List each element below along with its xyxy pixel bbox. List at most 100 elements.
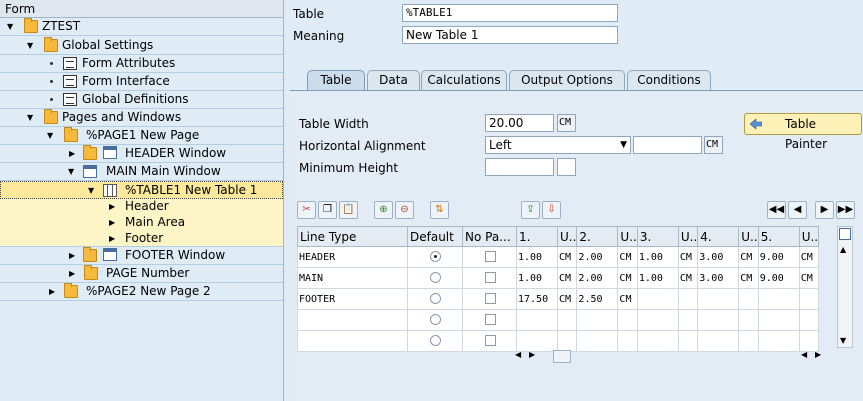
column-header[interactable]: U..: [677, 226, 699, 247]
unit-cell[interactable]: [798, 288, 820, 310]
column-width-cell[interactable]: [576, 330, 619, 352]
insert-row-button[interactable]: ⊕: [374, 201, 393, 219]
column-width-cell[interactable]: 2.50: [576, 288, 619, 310]
scroll-left-icon[interactable]: ◀: [515, 350, 521, 359]
column-header[interactable]: 2.: [576, 226, 619, 247]
tree-node-main-area[interactable]: ▶ Main Area: [0, 215, 283, 231]
collapse-arrow-icon[interactable]: ▼: [68, 163, 74, 180]
unit-cell[interactable]: CM: [556, 246, 578, 268]
column-width-cell[interactable]: 2.00: [576, 246, 619, 268]
column-width-cell[interactable]: [516, 330, 558, 352]
expand-arrow-icon[interactable]: ▶: [109, 215, 115, 230]
unit-cell[interactable]: CM: [556, 267, 578, 289]
column-width-cell[interactable]: [636, 309, 679, 331]
tree-node-header-window[interactable]: ▶ HEADER Window: [0, 145, 283, 163]
scroll-left-icon[interactable]: ◀: [801, 350, 807, 359]
table-width-unit[interactable]: CM: [557, 114, 576, 132]
default-radio[interactable]: [430, 272, 441, 284]
unit-cell[interactable]: [738, 330, 759, 352]
default-radio[interactable]: [430, 335, 441, 347]
cut-button[interactable]: ✂: [297, 201, 316, 219]
column-settings-icon[interactable]: [839, 228, 851, 240]
scroll-down-icon[interactable]: ▼: [840, 336, 846, 345]
column-width-cell[interactable]: [697, 288, 740, 310]
table-row[interactable]: HEADER 1.00 CM 2.00 CM 1.00 CM 3.00 CM 9.00 CM: [297, 246, 820, 268]
default-radio[interactable]: [430, 293, 441, 305]
tree-node-global-definitions[interactable]: Global Definitions: [0, 91, 283, 109]
no-page-break-checkbox[interactable]: [484, 314, 496, 326]
unit-cell[interactable]: CM: [617, 246, 638, 268]
last-page-button[interactable]: ▶▶: [836, 201, 855, 219]
tree-node-page-number[interactable]: ▶ PAGE Number: [0, 265, 283, 283]
tab-data[interactable]: Data: [367, 70, 420, 90]
line-type-cell[interactable]: [297, 330, 408, 352]
table-name-field[interactable]: %TABLE1: [402, 4, 618, 22]
table-row[interactable]: FOOTER 17.50 CM 2.50 CM: [297, 288, 820, 310]
column-header[interactable]: No Pa...: [462, 226, 517, 247]
vertical-scrollbar[interactable]: ▲ ▼: [837, 226, 853, 348]
scroll-up-icon[interactable]: ▲: [840, 245, 846, 254]
tree-node-footer[interactable]: ▶ Footer: [0, 231, 283, 247]
horizontal-scrollbar[interactable]: ◀ ▶ ◀ ▶: [515, 350, 835, 364]
unit-cell[interactable]: [798, 309, 820, 331]
expand-arrow-icon[interactable]: ▶: [109, 231, 115, 246]
column-header[interactable]: 1.: [516, 226, 558, 247]
tree-node-form-attributes[interactable]: Form Attributes: [0, 55, 283, 73]
line-type-cell[interactable]: FOOTER: [297, 288, 408, 310]
column-width-cell[interactable]: 3.00: [697, 246, 740, 268]
table-width-field[interactable]: 20.00: [485, 114, 554, 132]
expand-arrow-icon[interactable]: ▶: [69, 247, 75, 264]
tab-table[interactable]: Table: [307, 70, 365, 91]
download-button[interactable]: ⇩: [542, 201, 561, 219]
meaning-field[interactable]: New Table 1: [402, 26, 618, 44]
column-width-cell[interactable]: 1.00: [516, 246, 558, 268]
default-radio[interactable]: [430, 251, 441, 263]
horizontal-alignment-unit[interactable]: CM: [704, 136, 723, 154]
unit-cell[interactable]: [738, 288, 759, 310]
unit-cell[interactable]: [798, 330, 820, 352]
unit-cell[interactable]: CM: [738, 267, 759, 289]
expand-arrow-icon[interactable]: ▶: [49, 283, 55, 300]
column-width-cell[interactable]: 17.50: [516, 288, 558, 310]
tree-node-page1[interactable]: ▼ %PAGE1 New Page: [0, 127, 283, 145]
collapse-arrow-icon[interactable]: ▼: [47, 127, 53, 144]
column-width-cell[interactable]: [757, 330, 800, 352]
unit-cell[interactable]: CM: [617, 288, 638, 310]
unit-cell[interactable]: [677, 330, 699, 352]
column-header[interactable]: 3.: [636, 226, 679, 247]
column-width-cell[interactable]: [636, 288, 679, 310]
unit-cell[interactable]: [556, 309, 578, 331]
column-width-cell[interactable]: [516, 309, 558, 331]
first-page-button[interactable]: ◀◀: [767, 201, 786, 219]
minimum-height-unit[interactable]: [557, 158, 576, 176]
table-painter-button[interactable]: Table Painter: [744, 113, 862, 151]
column-width-cell[interactable]: [757, 288, 800, 310]
tree-node-main-window[interactable]: ▼ MAIN Main Window: [0, 163, 283, 181]
tree-node-header[interactable]: ▶ Header: [0, 199, 283, 215]
column-header[interactable]: Default: [407, 226, 463, 247]
copy-button[interactable]: ❐: [318, 201, 337, 219]
unit-cell[interactable]: CM: [677, 246, 699, 268]
delete-row-button[interactable]: ⊖: [395, 201, 414, 219]
dropdown-arrow-icon[interactable]: ▼: [620, 137, 627, 153]
column-width-cell[interactable]: [636, 330, 679, 352]
tab-output-options[interactable]: Output Options: [509, 70, 625, 90]
unit-cell[interactable]: CM: [738, 246, 759, 268]
tree-node-footer-window[interactable]: ▶ FOOTER Window: [0, 247, 283, 265]
unit-cell[interactable]: [556, 330, 578, 352]
line-type-cell[interactable]: MAIN: [297, 267, 408, 289]
table-row[interactable]: MAIN 1.00 CM 2.00 CM 1.00 CM 3.00 CM 9.00 CM: [297, 267, 820, 289]
scroll-right-icon[interactable]: ▶: [815, 350, 821, 359]
move-button[interactable]: ⇅: [430, 201, 449, 219]
unit-cell[interactable]: CM: [556, 288, 578, 310]
column-width-cell[interactable]: 1.00: [636, 246, 679, 268]
unit-cell[interactable]: CM: [798, 246, 820, 268]
line-type-cell[interactable]: HEADER: [297, 246, 408, 268]
scroll-thumb[interactable]: [553, 350, 571, 363]
unit-cell[interactable]: CM: [617, 267, 638, 289]
expand-arrow-icon[interactable]: ▶: [109, 199, 115, 214]
column-width-cell[interactable]: [757, 309, 800, 331]
previous-page-button[interactable]: ◀: [788, 201, 807, 219]
next-page-button[interactable]: ▶: [815, 201, 834, 219]
column-header[interactable]: 4.: [697, 226, 740, 247]
